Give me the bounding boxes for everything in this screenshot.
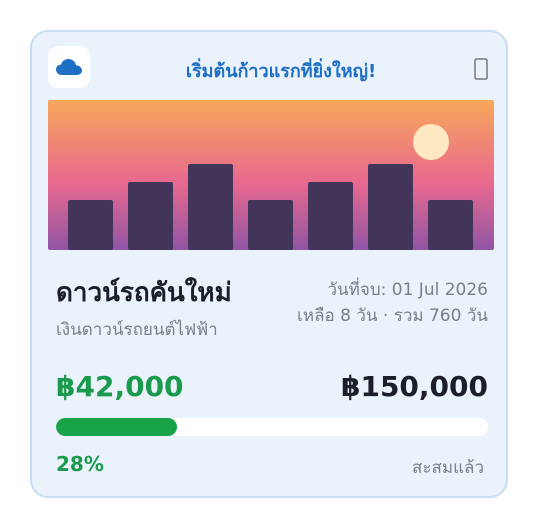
saved-status-label: สะสมแล้ว [411, 458, 484, 478]
savings-goal-card: เริ่มต้นก้าวแรกที่ยิ่งใหญ่! ดาวน์รถคันให… [30, 30, 508, 498]
card-header: เริ่มต้นก้าวแรกที่ยิ่งใหญ่! [48, 46, 494, 90]
goal-name: ดาวน์รถคันใหม่ [56, 278, 232, 308]
target-amount: ฿150,000 [340, 370, 488, 403]
sun-icon [413, 124, 449, 160]
goal-description: เงินดาวน์รถยนต์ไฟฟ้า [56, 320, 218, 340]
more-icon[interactable] [474, 58, 488, 80]
hero-image [48, 100, 494, 250]
progress-fill [56, 418, 177, 436]
remaining-days: เหลือ 8 วัน · รวม 760 วัน [297, 306, 488, 326]
amounts-row: ฿42,000 ฿150,000 [56, 370, 488, 406]
card-title: เริ่มต้นก้าวแรกที่ยิ่งใหญ่! [185, 61, 377, 82]
progress-percent: 28% [56, 452, 104, 476]
saved-amount: ฿42,000 [56, 370, 184, 403]
end-date: วันที่จบ: 01 Jul 2026 [327, 280, 488, 300]
cloud-icon [48, 46, 90, 88]
goal-info: ดาวน์รถคันใหม่ เงินดาวน์รถยนต์ไฟฟ้า วันท… [56, 272, 488, 342]
progress-bar [56, 418, 488, 436]
